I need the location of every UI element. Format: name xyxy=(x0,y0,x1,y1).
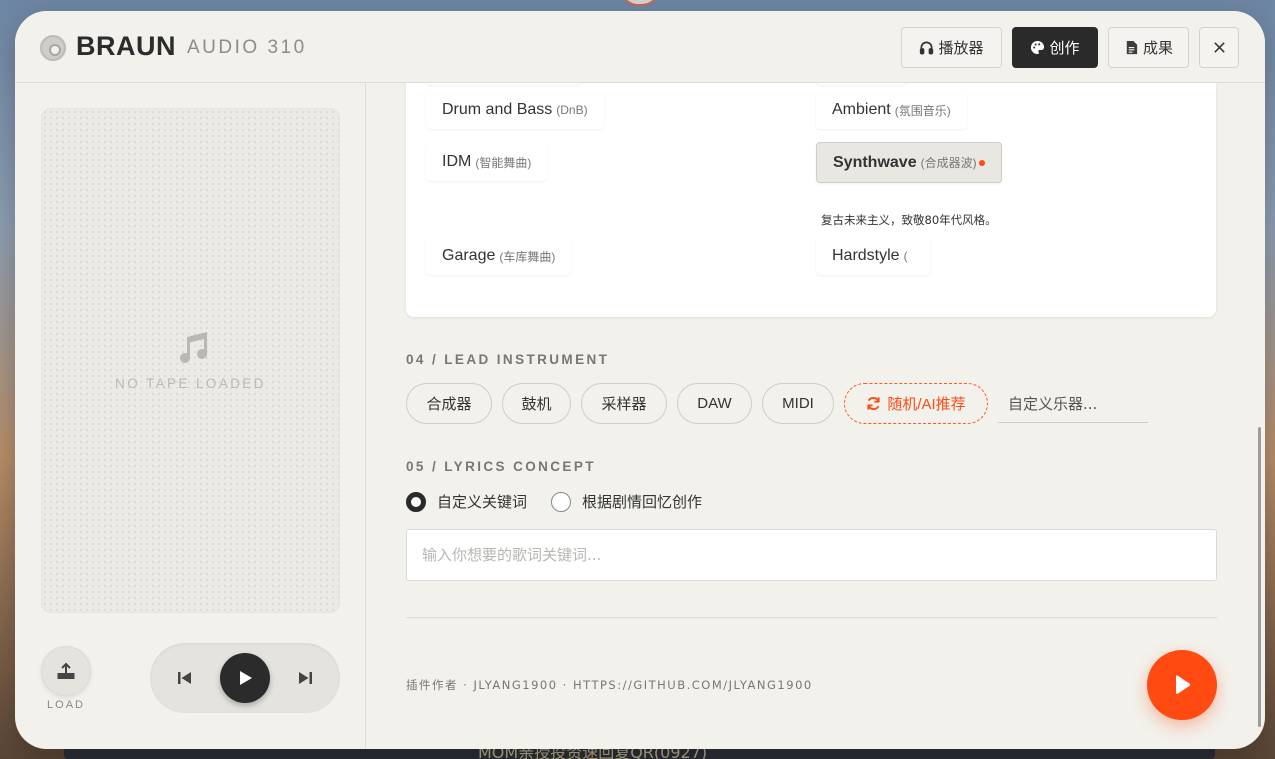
disc-logo-icon xyxy=(40,35,66,61)
play-button[interactable] xyxy=(220,653,270,703)
genre-name: Garage xyxy=(442,247,496,264)
skip-forward-icon[interactable] xyxy=(296,669,314,687)
genre-name: Synthwave xyxy=(833,153,917,171)
plugin-window: BRAUN AUDIO 310 播放器 创作 成果 NO TAPE LOADED… xyxy=(15,11,1265,749)
document-icon xyxy=(1126,40,1138,55)
headphones-icon xyxy=(920,41,934,55)
upload-icon xyxy=(57,662,75,679)
lead-instrument-label: 04 / LEAD INSTRUMENT xyxy=(406,352,610,367)
genre-item-partial[interactable] xyxy=(426,83,581,85)
close-button[interactable] xyxy=(1199,27,1239,68)
tab-results[interactable]: 成果 xyxy=(1108,27,1189,68)
random-ai-button[interactable]: 随机/AI推荐 xyxy=(844,383,988,424)
custom-instrument-input[interactable] xyxy=(998,385,1148,423)
genre-list: Drum and Bass (DnB) Ambient (氛围音乐) IDM (… xyxy=(406,83,1216,317)
genre-item[interactable]: Hardstyle ( xyxy=(816,237,930,275)
load-label: LOAD xyxy=(47,699,85,711)
genre-item[interactable]: Ambient (氛围音乐) xyxy=(816,91,967,129)
tab-results-label: 成果 xyxy=(1142,39,1173,57)
genre-item[interactable]: Drum and Bass (DnB) xyxy=(426,91,604,129)
divider xyxy=(406,617,1217,618)
instrument-option[interactable]: DAW xyxy=(677,383,752,424)
transport-controls xyxy=(150,643,340,713)
genre-sub: (合成器波) xyxy=(920,156,977,170)
tape-status: NO TAPE LOADED xyxy=(115,376,266,391)
genre-item[interactable]: IDM (智能舞曲) xyxy=(426,143,548,181)
genre-sub: (车库舞曲) xyxy=(499,249,556,264)
skip-back-icon[interactable] xyxy=(176,669,194,687)
genre-item-partial[interactable] xyxy=(816,83,906,85)
background-top-element xyxy=(620,0,660,6)
genre-description: 复古未来主义，致敬80年代风格。 xyxy=(821,213,997,227)
radio-custom-keywords-label[interactable]: 自定义关键词 xyxy=(437,491,527,512)
play-icon xyxy=(240,671,252,685)
left-panel: NO TAPE LOADED LOAD xyxy=(15,83,366,749)
lyrics-keyword-input[interactable] xyxy=(406,529,1217,581)
genre-sub: (智能舞曲) xyxy=(475,155,532,170)
genre-item-selected[interactable]: Synthwave (合成器波) xyxy=(816,142,1002,183)
tab-create-label: 创作 xyxy=(1049,39,1080,57)
lyrics-mode-group: 自定义关键词 根据剧情回忆创作 xyxy=(406,491,726,512)
scrollbar[interactable] xyxy=(1258,427,1261,727)
instrument-option[interactable]: 采样器 xyxy=(581,383,667,424)
palette-icon xyxy=(1031,40,1045,55)
radio-story-memory[interactable] xyxy=(551,491,572,512)
tape-display: NO TAPE LOADED xyxy=(41,108,340,613)
genre-name: IDM xyxy=(442,153,472,170)
genre-sub: ( xyxy=(903,249,908,263)
instrument-option[interactable]: 鼓机 xyxy=(502,383,571,424)
right-panel: Drum and Bass (DnB) Ambient (氛围音乐) IDM (… xyxy=(367,83,1265,749)
genre-sub: (DnB) xyxy=(556,103,588,117)
play-icon xyxy=(1176,675,1191,694)
tab-player-label: 播放器 xyxy=(938,39,984,57)
genre-sub: (氛围音乐) xyxy=(894,103,951,118)
radio-story-memory-label[interactable]: 根据剧情回忆创作 xyxy=(582,491,702,512)
instrument-option[interactable]: 合成器 xyxy=(406,383,492,424)
author-credit: 插件作者 · JLYANG1900 · HTTPS://GITHUB.COM/J… xyxy=(406,678,813,692)
radio-custom-keywords[interactable] xyxy=(406,491,426,512)
genre-name: Hardstyle xyxy=(832,247,900,264)
tab-player[interactable]: 播放器 xyxy=(901,27,1002,68)
selected-indicator-dot xyxy=(978,159,985,166)
random-ai-label: 随机/AI推荐 xyxy=(887,396,966,413)
genre-item[interactable]: Garage (车库舞曲) xyxy=(426,237,572,275)
lyrics-concept-label: 05 / LYRICS CONCEPT xyxy=(406,459,596,474)
music-note-icon xyxy=(180,332,207,363)
generate-button[interactable] xyxy=(1147,650,1217,720)
load-button[interactable] xyxy=(41,646,91,696)
model-name: AUDIO 310 xyxy=(187,37,307,58)
close-icon xyxy=(1213,42,1225,53)
genre-name: Ambient xyxy=(832,101,891,118)
tab-create[interactable]: 创作 xyxy=(1012,27,1098,68)
refresh-icon xyxy=(867,397,880,410)
instrument-option[interactable]: MIDI xyxy=(762,383,834,424)
header: BRAUN AUDIO 310 播放器 创作 成果 xyxy=(15,11,1265,83)
genre-name: Drum and Bass xyxy=(442,101,553,118)
brand-name: BRAUN xyxy=(76,31,176,61)
